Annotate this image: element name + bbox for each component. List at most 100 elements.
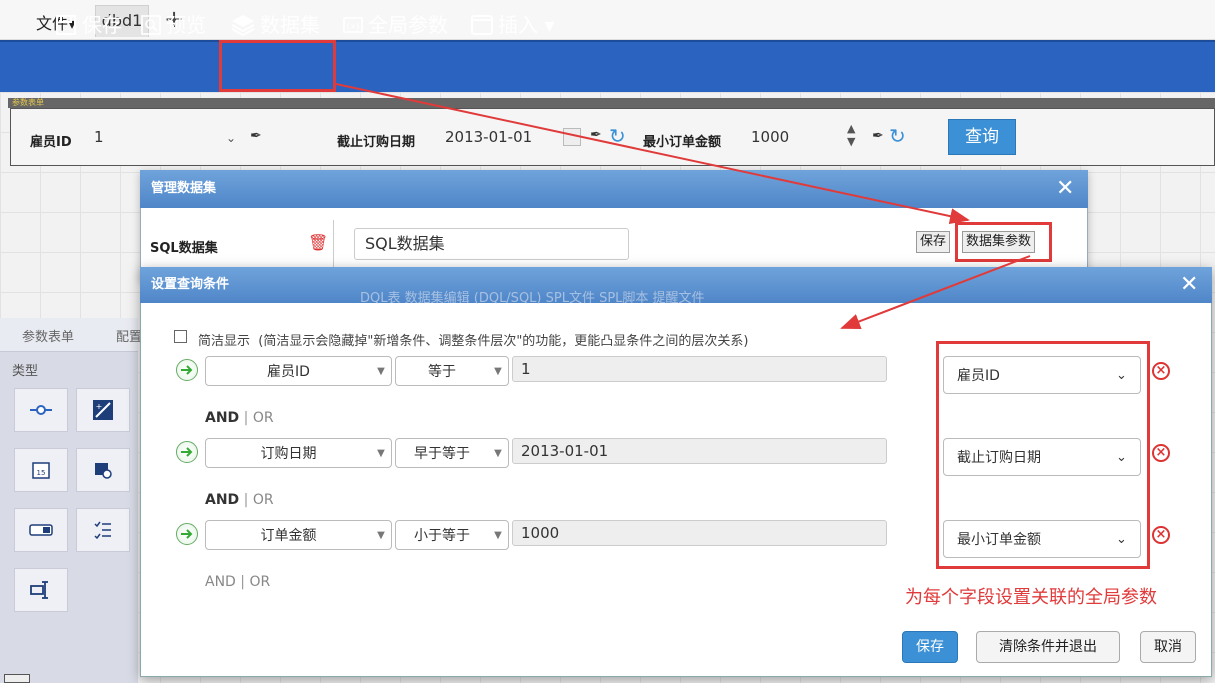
- refresh-icon[interactable]: ↻: [889, 124, 906, 148]
- number-tool-icon[interactable]: +: [76, 388, 130, 432]
- field-select-value: 订购日期: [260, 446, 317, 462]
- add-condition-icon[interactable]: [176, 523, 198, 545]
- eyedropper-icon[interactable]: ✒: [872, 128, 884, 144]
- chevron-down-icon[interactable]: ⌄: [226, 131, 236, 145]
- spinner-icon[interactable]: ▲ ▼: [847, 122, 855, 148]
- save-button[interactable]: 保存: [902, 631, 958, 663]
- dataset-highlight-box: [219, 40, 336, 92]
- simple-display-checkbox[interactable]: [174, 330, 187, 343]
- svg-text:{x}: {x}: [346, 22, 361, 31]
- annotation-text: 为每个字段设置关联的全局参数: [905, 587, 1157, 608]
- dataset-save-button[interactable]: 保存: [916, 231, 951, 253]
- field-select[interactable]: 雇员ID ▼: [205, 356, 392, 386]
- and-or-toggle[interactable]: AND | OR: [205, 492, 274, 508]
- condition-value-input[interactable]: 1000: [512, 520, 887, 546]
- refresh-icon[interactable]: ↻: [609, 124, 626, 148]
- insert-label: 插入 ▾: [498, 13, 555, 37]
- clear-exit-button[interactable]: 清除条件并退出: [976, 631, 1120, 663]
- param-highlight-box: [936, 341, 1150, 569]
- checklist-tool-icon[interactable]: [76, 508, 130, 552]
- datetime-tool-icon[interactable]: [76, 448, 130, 492]
- date-tool-icon[interactable]: 15: [14, 448, 68, 492]
- dataset-list-item[interactable]: SQL数据集: [150, 237, 218, 256]
- delete-condition-icon[interactable]: ×: [1152, 444, 1170, 462]
- and-option[interactable]: AND: [205, 574, 236, 590]
- delete-condition-icon[interactable]: ×: [1152, 526, 1170, 544]
- and-option[interactable]: AND: [205, 492, 239, 508]
- params-icon: {x}: [343, 17, 363, 33]
- field-select[interactable]: 订购日期 ▼: [205, 438, 392, 468]
- param-form-strip-label: 参数表单: [12, 98, 44, 107]
- and-or-toggle[interactable]: AND | OR: [205, 410, 274, 426]
- layers-icon: [231, 15, 255, 37]
- employee-id-label: 雇员ID: [30, 135, 72, 150]
- and-or-toggle[interactable]: AND | OR: [205, 574, 270, 590]
- save-button[interactable]: 保存: [54, 12, 122, 38]
- main-toolbar: [0, 40, 1215, 92]
- insert-menu[interactable]: 插入 ▾: [470, 12, 554, 38]
- operator-select[interactable]: 小于等于 ▼: [395, 520, 509, 550]
- side-tab-param-form[interactable]: 参数表单: [22, 326, 74, 345]
- employee-id-value[interactable]: 1: [94, 128, 104, 146]
- simple-display-label: 简洁显示 (简洁显示会隐藏掉"新增条件、调整条件层次"的功能，更能凸显条件之间的…: [198, 330, 748, 349]
- manage-dataset-title: 管理数据集: [151, 181, 217, 196]
- type-label: 类型: [12, 364, 39, 379]
- and-option[interactable]: AND: [205, 410, 239, 426]
- operator-select[interactable]: 早于等于 ▼: [395, 438, 509, 468]
- operator-select[interactable]: 等于 ▼: [395, 356, 509, 386]
- close-icon[interactable]: ✕: [1056, 178, 1074, 200]
- preview-button[interactable]: 预览: [140, 12, 206, 38]
- side-tab-config[interactable]: 配置: [116, 326, 142, 345]
- dataset-button[interactable]: 数据集: [230, 12, 320, 38]
- date-value[interactable]: 2013-01-01: [445, 128, 532, 146]
- add-condition-icon[interactable]: [176, 441, 198, 463]
- amount-label: 最小订单金额: [643, 135, 722, 150]
- or-option[interactable]: OR: [249, 574, 270, 590]
- field-select-value: 订单金额: [260, 528, 317, 544]
- caret-down-icon: ▼: [377, 529, 385, 541]
- save-icon: [56, 15, 76, 35]
- caret-down-icon: ▼: [494, 365, 502, 377]
- text-input-tool-icon[interactable]: [14, 388, 68, 432]
- dropdown-tool-icon[interactable]: [14, 508, 68, 552]
- amount-value[interactable]: 1000: [751, 128, 789, 146]
- global-params-button[interactable]: {x} 全局参数: [342, 12, 448, 38]
- or-option[interactable]: OR: [253, 492, 274, 508]
- operator-select-value: 等于: [428, 364, 456, 380]
- simple-display-text: 简洁显示: [198, 334, 251, 349]
- condition-value-input[interactable]: 1: [512, 356, 887, 382]
- caret-down-icon: ▼: [494, 447, 502, 459]
- date-label: 截止订购日期: [337, 135, 416, 150]
- caret-down-icon: ▼: [377, 365, 385, 377]
- dataset-label: 数据集: [260, 13, 320, 37]
- svg-text:+: +: [96, 402, 103, 411]
- or-option[interactable]: OR: [253, 410, 274, 426]
- close-icon[interactable]: ✕: [1180, 274, 1198, 296]
- svg-text:15: 15: [37, 469, 46, 477]
- operator-select-value: 小于等于: [414, 528, 470, 544]
- query-conditions-title: 设置查询条件: [151, 277, 230, 292]
- dataset-name-input[interactable]: SQL数据集: [354, 228, 629, 260]
- insert-icon: [471, 15, 493, 35]
- trash-icon[interactable]: 🗑: [308, 233, 328, 252]
- operator-select-value: 早于等于: [414, 446, 470, 462]
- params-highlight-box: [955, 222, 1052, 262]
- calendar-icon[interactable]: [563, 128, 581, 146]
- delete-condition-icon[interactable]: ×: [1152, 362, 1170, 380]
- button-tool-icon[interactable]: [14, 568, 68, 612]
- eyedropper-icon[interactable]: ✒: [250, 128, 262, 144]
- simple-display-note: (简洁显示会隐藏掉"新增条件、调整条件层次"的功能，更能凸显条件之间的层次关系): [258, 334, 749, 349]
- query-button[interactable]: 查询: [948, 119, 1016, 155]
- manage-dataset-header: [140, 170, 1088, 208]
- and-or-separator: |: [243, 492, 249, 508]
- eyedropper-icon[interactable]: ✒: [590, 127, 602, 143]
- param-form-strip: [8, 98, 1215, 108]
- add-condition-icon[interactable]: [176, 359, 198, 381]
- save-label: 保存: [82, 13, 122, 37]
- condition-value-input[interactable]: 2013-01-01: [512, 438, 887, 464]
- preview-icon: [141, 15, 161, 35]
- cancel-button[interactable]: 取消: [1140, 631, 1196, 663]
- and-or-separator: |: [243, 410, 249, 426]
- field-select-value: 雇员ID: [267, 364, 310, 380]
- field-select[interactable]: 订单金额 ▼: [205, 520, 392, 550]
